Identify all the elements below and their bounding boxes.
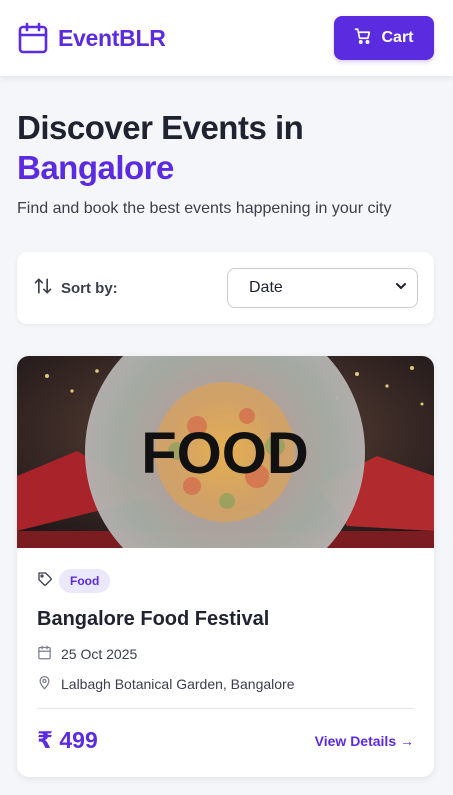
event-image-text: FOOD	[141, 421, 309, 486]
event-location: Lalbagh Botanical Garden, Bangalore	[61, 676, 295, 692]
location-pin-icon	[37, 675, 52, 693]
page-title-city: Bangalore	[17, 149, 174, 186]
event-price: ₹ 499	[37, 727, 98, 753]
price-row: ₹ 499 View Details →	[37, 727, 414, 754]
event-title[interactable]: Bangalore Food Festival	[37, 608, 414, 631]
app-header: EventBLR Cart	[0, 0, 453, 76]
cart-button[interactable]: Cart	[334, 16, 434, 60]
calendar-small-icon	[37, 645, 52, 663]
sort-label: Sort by:	[61, 279, 118, 297]
page-title: Discover Events in Bangalore	[17, 108, 437, 188]
event-card[interactable]: FOOD Food Bangalore Food Festival 25 Oct…	[17, 356, 434, 777]
view-details-link[interactable]: View Details →	[315, 733, 414, 749]
sort-bar: Sort by: Date	[17, 252, 434, 324]
sort-label-group: Sort by:	[33, 276, 118, 300]
event-card-body: Food Bangalore Food Festival 25 Oct 2025	[17, 548, 434, 754]
event-image[interactable]: FOOD	[17, 356, 434, 548]
calendar-icon	[18, 22, 48, 54]
category-badge: Food	[59, 569, 111, 593]
page-title-line1: Discover Events in	[17, 109, 304, 146]
tag-icon	[37, 571, 53, 592]
sort-select[interactable]: Date	[227, 268, 418, 308]
hero-section: Discover Events in Bangalore Find and bo…	[17, 108, 437, 218]
page-subtitle: Find and book the best events happening …	[17, 200, 392, 217]
brand[interactable]: EventBLR	[18, 22, 166, 54]
card-divider	[37, 708, 414, 709]
event-date-row: 25 Oct 2025	[37, 645, 414, 663]
event-location-row: Lalbagh Botanical Garden, Bangalore	[37, 675, 414, 693]
sort-selected-value: Date	[249, 279, 283, 296]
cart-icon	[354, 27, 372, 50]
brand-name: EventBLR	[58, 24, 166, 51]
cart-label: Cart	[381, 29, 414, 46]
category-row: Food	[37, 569, 414, 593]
sort-arrows-icon	[33, 276, 53, 300]
chevron-down-icon	[395, 279, 407, 297]
event-date: 25 Oct 2025	[61, 646, 138, 662]
